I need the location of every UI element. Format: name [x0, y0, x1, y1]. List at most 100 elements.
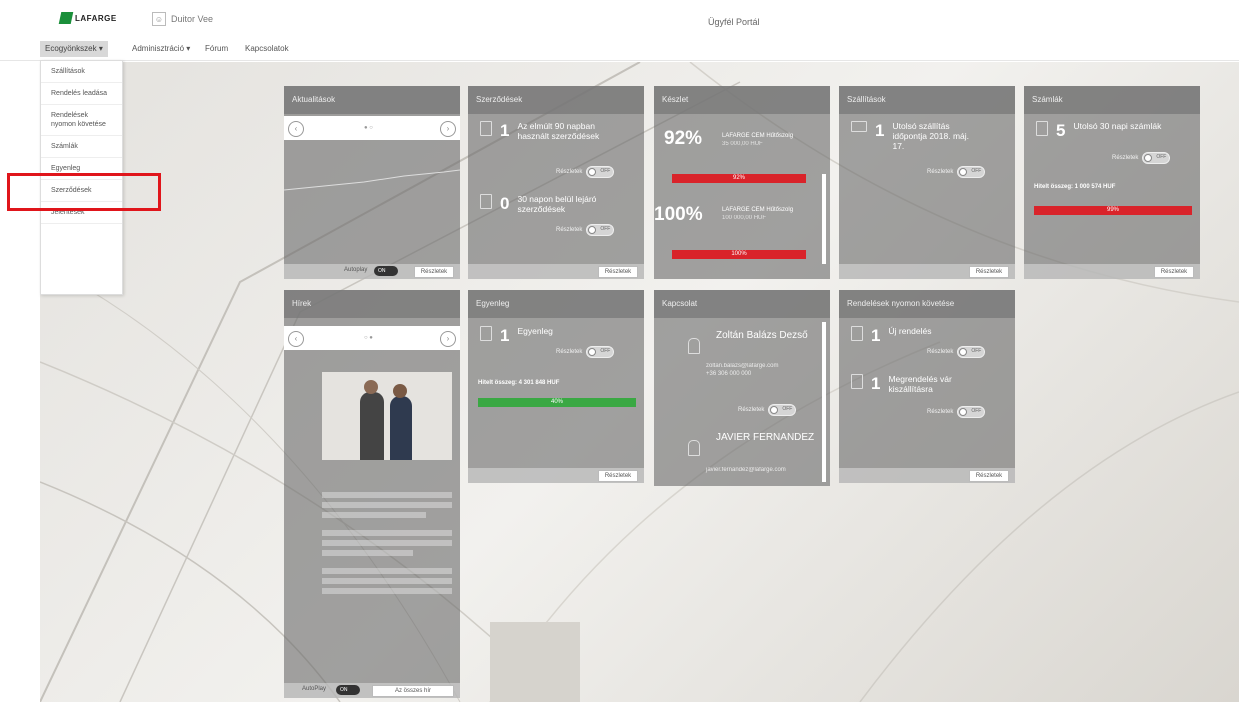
notify-toggle[interactable]: OFF: [1142, 152, 1171, 164]
notify-row: Részletek OFF: [556, 224, 615, 236]
chart-preview: [284, 169, 460, 191]
all-news-button[interactable]: Az összes hír: [372, 685, 454, 697]
prev-arrow-icon[interactable]: ‹: [288, 121, 304, 137]
notify-row: Részletek OFF: [556, 346, 615, 358]
contact-details-1: zoltan.balazs@lafarge.com +36 306 000 00…: [706, 363, 779, 377]
metric-last-delivery: 1 Utolsó szállítás időpontja 2018. máj. …: [851, 121, 982, 151]
nav-item-forum[interactable]: Fórum: [200, 41, 233, 57]
prev-arrow-icon[interactable]: ‹: [288, 331, 304, 347]
card-scrollbar[interactable]: [822, 322, 826, 482]
metric-expiring-contracts: 0 30 napon belül lejáró szerződések: [480, 194, 607, 214]
company-logo[interactable]: LAFARGE: [58, 12, 117, 24]
carousel-controls: ‹ ○ ● ›: [284, 326, 460, 350]
notify-row: Részletek OFF: [927, 346, 986, 358]
news-photo: [322, 372, 452, 460]
card-contact: Kapcsolat Zoltán Balázs Dezső zoltan.bal…: [654, 290, 830, 486]
balance-icon: [480, 326, 492, 341]
card-contracts: Szerződések 1 Az elmúlt 90 napban haszná…: [468, 86, 644, 279]
card-order-tracking: Rendelések nyomon követése 1 Új rendelés…: [839, 290, 1015, 483]
notify-toggle[interactable]: OFF: [957, 166, 986, 178]
details-button[interactable]: Részletek: [598, 470, 638, 482]
notify-row: Részletek OFF: [556, 166, 615, 178]
card-title: Szállítások: [839, 86, 1015, 114]
contact-name-2: JAVIER FERNANDEZ: [716, 432, 815, 443]
nav-item-admin[interactable]: Adminisztráció ▾: [127, 41, 195, 57]
person-icon: [688, 338, 700, 354]
card-title: Egyenleg: [468, 290, 644, 318]
details-button[interactable]: Részletek: [1154, 266, 1194, 278]
document-icon: [480, 121, 492, 136]
document-icon: [851, 374, 863, 389]
metric-used-contracts: 1 Az elmúlt 90 napban használt szerződés…: [480, 121, 607, 141]
contact-name-1: Zoltán Balázs Dezső: [716, 330, 808, 341]
menu-item-deliveries[interactable]: Szállítások: [41, 61, 122, 83]
notify-row: Részletek OFF: [1112, 152, 1171, 164]
notify-toggle[interactable]: OFF: [586, 224, 615, 236]
menu-item-order-tracking[interactable]: Rendelések nyomon követése: [41, 105, 122, 136]
invoice-icon: [1036, 121, 1048, 136]
top-header: LAFARGE ☺ Duitor Vee Ügyfél Portál: [0, 0, 1239, 38]
details-button[interactable]: Részletek: [969, 266, 1009, 278]
stock-product-1: LAFARGE CEM Hűtőszolg 35 000,00 HUF: [722, 133, 794, 147]
truck-icon: [851, 121, 867, 132]
metric-awaiting-delivery: 1 Megrendelés vár kiszállításra: [851, 374, 978, 394]
metric-invoices: 5 Utolsó 30 napi számlák: [1036, 121, 1161, 141]
order-icon: [851, 326, 863, 341]
balance-bar: 40%: [478, 398, 636, 407]
stock-bar-1: 92%: [672, 174, 806, 183]
stock-percent-1: 92%: [664, 128, 703, 149]
card-news-updates: Aktualitások ‹ ● ○ › Autoplay ON Részlet…: [284, 86, 460, 279]
main-nav: Ecogyönkszek ▾ Adminisztráció ▾ Fórum Ka…: [0, 38, 1239, 61]
details-button[interactable]: Részletek: [969, 470, 1009, 482]
card-scrollbar[interactable]: [822, 174, 826, 264]
notify-toggle[interactable]: OFF: [586, 346, 615, 358]
card-footer: Részletek: [468, 468, 644, 483]
card-footer: Részletek: [1024, 264, 1200, 279]
notify-toggle[interactable]: OFF: [957, 406, 986, 418]
next-arrow-icon[interactable]: ›: [440, 121, 456, 137]
autoplay-toggle[interactable]: ON: [374, 266, 398, 276]
notify-row: Részletek OFF: [927, 406, 986, 418]
metric-balance: 1 Egyenleg: [480, 326, 553, 346]
notify-row: Részletek OFF: [927, 166, 986, 178]
nav-item-business[interactable]: Ecogyönkszek ▾: [40, 41, 108, 57]
notify-row: Részletek OFF: [738, 404, 797, 416]
calendar-icon: [480, 194, 492, 209]
card-title: Aktualitások: [284, 86, 460, 114]
card-title: Rendelések nyomon követése: [839, 290, 1015, 318]
menu-item-invoices[interactable]: Számlák: [41, 136, 122, 158]
stock-percent-2: 100%: [654, 204, 703, 225]
carousel-dots: ● ○: [364, 125, 373, 131]
card-footer: AutoPlay ON Az összes hír: [284, 683, 460, 698]
notify-toggle[interactable]: OFF: [768, 404, 797, 416]
card-news: Hírek ‹ ○ ● › AutoPlay ON Az összes hír: [284, 290, 460, 698]
autoplay-toggle[interactable]: ON: [336, 685, 360, 695]
stock-bar-2: 100%: [672, 250, 806, 259]
credit-bar: 99%: [1034, 206, 1192, 215]
credit-amount: Hitelt összeg: 4 301 848 HUF: [478, 380, 560, 386]
menu-item-place-order[interactable]: Rendelés leadása: [41, 83, 122, 105]
details-button[interactable]: Részletek: [598, 266, 638, 278]
logo-mark-icon: [58, 12, 74, 24]
card-balance: Egyenleg 1 Egyenleg Részletek OFF Hitelt…: [468, 290, 644, 483]
carousel-dots: ○ ●: [364, 335, 373, 341]
card-footer: Részletek: [839, 264, 1015, 279]
carousel-controls: ‹ ● ○ ›: [284, 116, 460, 140]
nav-item-contacts[interactable]: Kapcsolatok: [240, 41, 294, 57]
highlight-annotation: [7, 173, 161, 211]
notify-toggle[interactable]: OFF: [957, 346, 986, 358]
card-footer: Részletek: [839, 468, 1015, 483]
card-title: Szerződések: [468, 86, 644, 114]
next-arrow-icon[interactable]: ›: [440, 331, 456, 347]
card-title: Hírek: [284, 290, 460, 318]
card-title: Kapcsolat: [654, 290, 830, 318]
metric-new-order: 1 Új rendelés: [851, 326, 931, 346]
card-footer: Autoplay ON Részletek: [284, 264, 460, 279]
notify-toggle[interactable]: OFF: [586, 166, 615, 178]
contact-details-2: javier.fernandez@lafarge.com: [706, 467, 786, 473]
card-title: Készlet: [654, 86, 830, 114]
user-icon: ☺: [152, 12, 166, 26]
details-button[interactable]: Részletek: [414, 266, 454, 278]
user-menu[interactable]: ☺ Duitor Vee: [152, 12, 213, 26]
news-text-block: [322, 488, 452, 638]
